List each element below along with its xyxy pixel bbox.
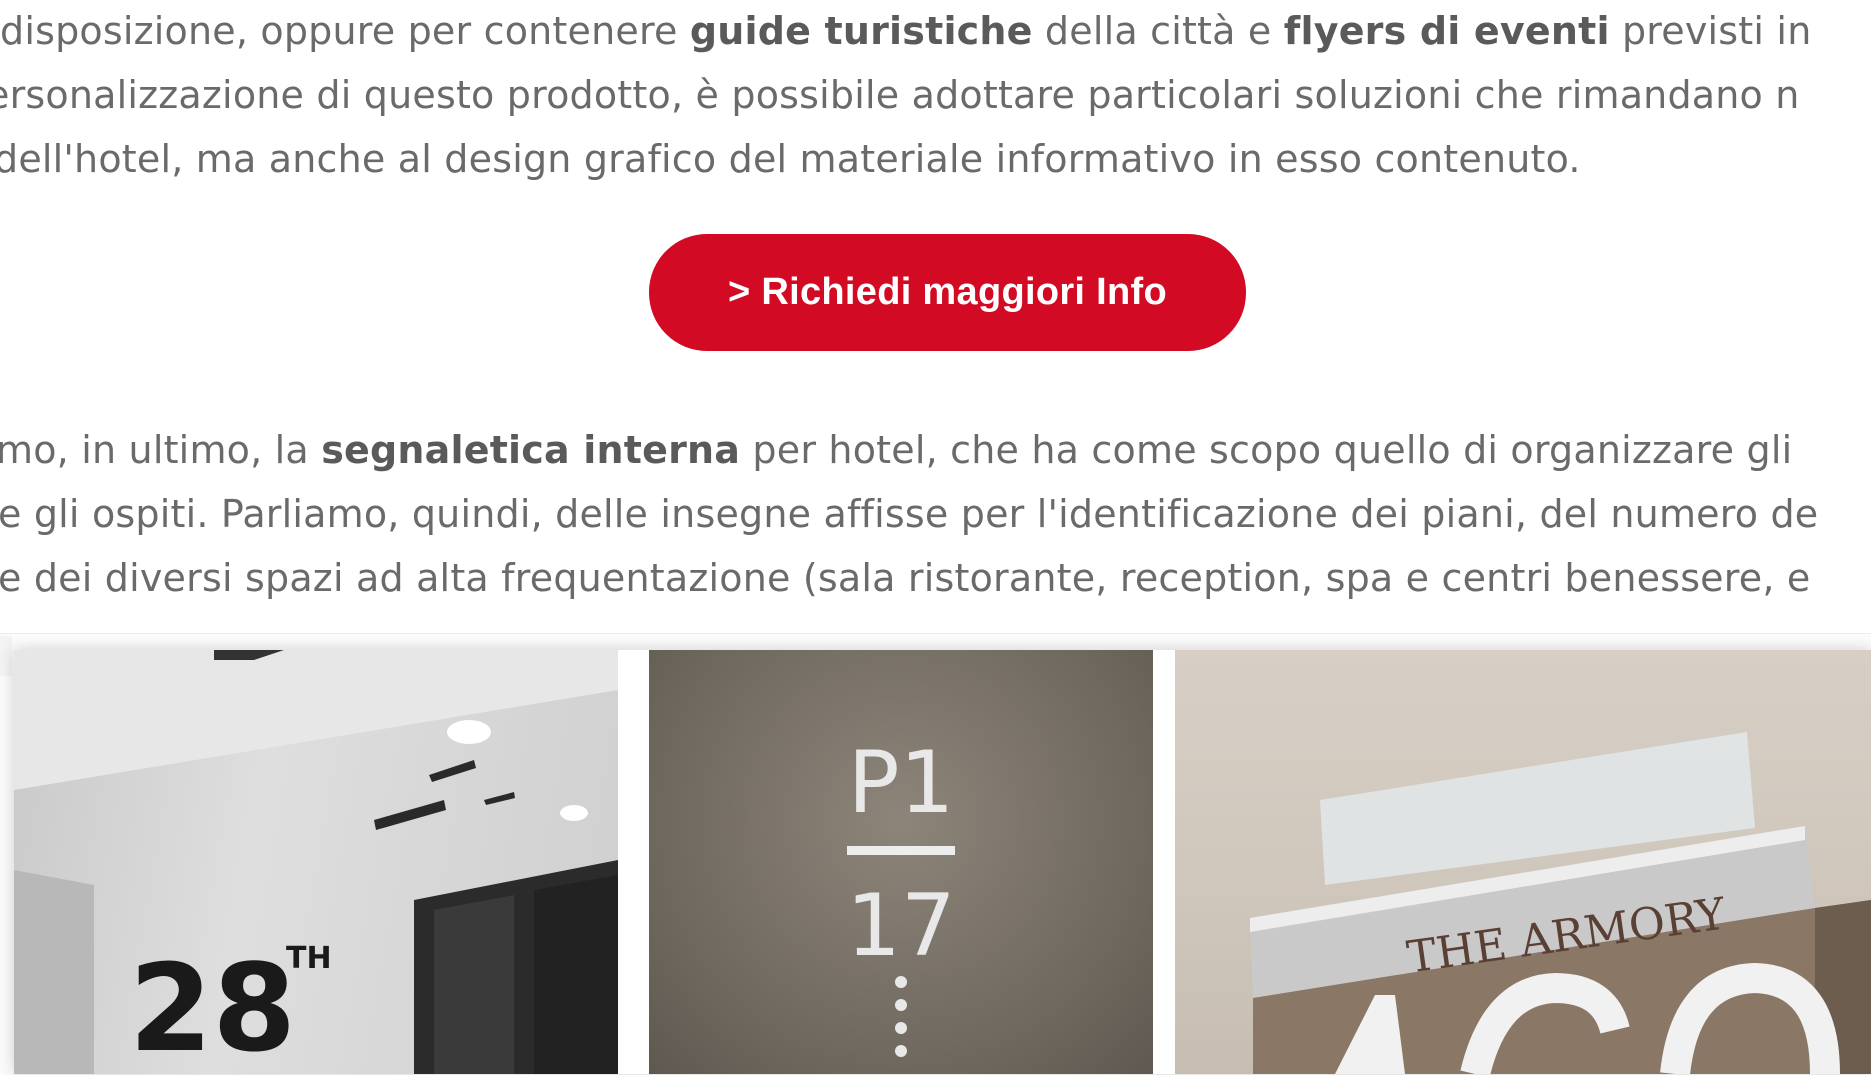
parking-sign-illustration: P1 17 bbox=[846, 733, 956, 1057]
floor-sign-photo[interactable]: 28 TH bbox=[14, 650, 618, 1074]
paragraph-line: e gli ospiti. Parliamo, quindi, delle in… bbox=[0, 492, 1819, 536]
paragraph-line: e dei diversi spazi ad alta frequentazio… bbox=[0, 556, 1811, 600]
parking-sign-photo[interactable]: P1 17 bbox=[649, 650, 1153, 1074]
room-sign-illustration: THE ARMORY bbox=[1250, 732, 1871, 1074]
floor-sign-illustration: 28 TH bbox=[14, 650, 618, 1074]
bold-flyers-di-eventi: flyers di eventi bbox=[1283, 9, 1610, 53]
bold-guide-turistiche: guide turistiche bbox=[689, 9, 1033, 53]
paragraph-line: dell'hotel, ma anche al design grafico d… bbox=[0, 137, 1581, 181]
floor-suffix-text: TH bbox=[286, 941, 332, 976]
paragraph-line: disposizione, oppure per contenere guide… bbox=[0, 9, 1812, 53]
gallery-edge bbox=[0, 636, 12, 676]
floor-number-text: 28 bbox=[129, 940, 296, 1074]
bold-segnaletica-interna: segnaletica interna bbox=[321, 428, 741, 472]
request-info-button[interactable]: > Richiedi maggiori Info bbox=[649, 234, 1246, 351]
room-sign-photo[interactable]: THE ARMORY bbox=[1175, 650, 1871, 1074]
intro-paragraph: disposizione, oppure per contenere guide… bbox=[0, 0, 1871, 190]
paragraph-line: ersonalizzazione di questo prodotto, è p… bbox=[0, 73, 1800, 117]
signage-paragraph: mo, in ultimo, la segnaletica interna pe… bbox=[0, 418, 1871, 618]
signage-image-gallery[interactable]: 28 TH P1 17 THE ARMORY bbox=[14, 650, 1871, 1074]
sign-number-text: 17 bbox=[846, 876, 955, 976]
paragraph-line: mo, in ultimo, la segnaletica interna pe… bbox=[0, 428, 1793, 472]
sign-level-text: P1 bbox=[848, 733, 955, 833]
